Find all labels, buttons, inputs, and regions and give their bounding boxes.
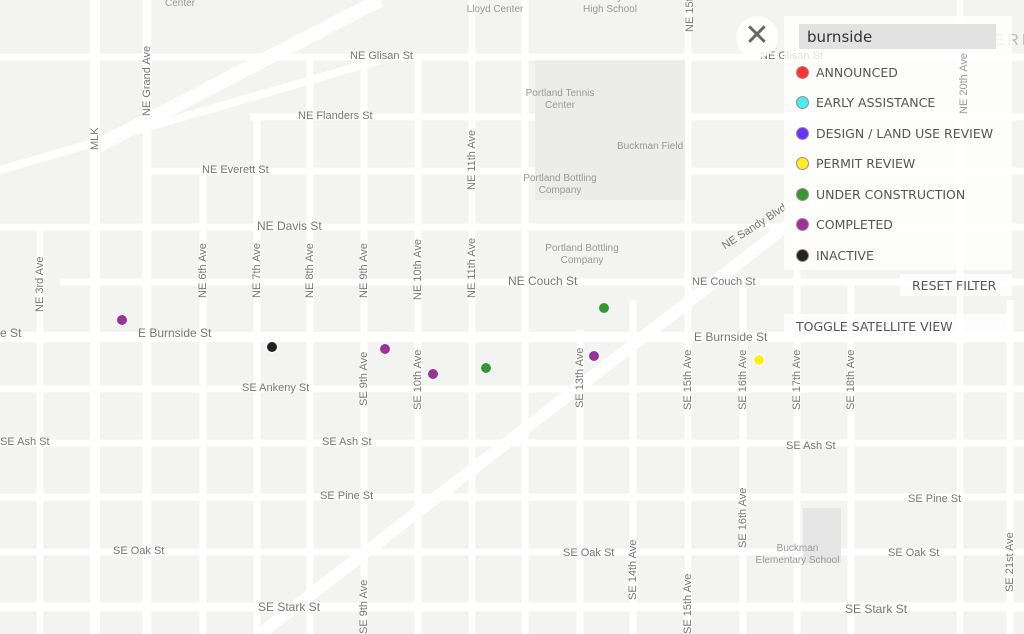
street-label: SE Pine St xyxy=(320,490,374,502)
legend-label: INACTIVE xyxy=(816,247,874,263)
legend-item-under-construction[interactable]: UNDER CONSTRUCTION xyxy=(796,184,965,204)
status-dot-icon xyxy=(796,65,809,79)
street-label: NE Glisan St xyxy=(350,50,413,62)
legend-label: PERMIT REVIEW xyxy=(816,156,916,171)
street-label: SE 16th Ave xyxy=(737,487,749,548)
street-label: SE Stark St xyxy=(258,600,321,614)
street-label: SE Ash St xyxy=(0,436,50,448)
street-label: SE 17th Ave xyxy=(791,349,803,410)
street-label: NE 3rd Ave xyxy=(34,256,46,312)
poi-label: Center xyxy=(165,0,196,9)
street-label: NE Everett St xyxy=(202,164,269,176)
legend-label: COMPLETED xyxy=(816,217,893,232)
poi-label: Portland Bottling Company xyxy=(545,243,619,266)
project-marker-completed[interactable] xyxy=(116,314,128,326)
legend-label: ANNOUNCED xyxy=(816,64,898,80)
toggle-satellite-button[interactable]: TOGGLE SATELLITE VIEW xyxy=(784,314,1012,338)
street-label: SE 18th Ave xyxy=(845,349,857,410)
street-label: NE Flanders St xyxy=(298,110,373,122)
status-dot-icon xyxy=(796,187,809,201)
street-label: E Burnside St xyxy=(694,330,768,344)
legend-label: UNDER CONSTRUCTION xyxy=(816,186,966,202)
street-label: SE Ash St xyxy=(322,436,372,448)
street-label: NE Grand Ave xyxy=(141,45,153,116)
street-label: NE Couch St xyxy=(508,274,578,288)
status-dot-icon xyxy=(796,157,809,170)
street-label: SE Stark St xyxy=(845,602,908,616)
poi-label: Cadillac of Portland Lloyd Center xyxy=(452,0,539,15)
legend-item-completed[interactable]: COMPLETED xyxy=(796,215,893,235)
street-label: SE Oak St xyxy=(888,547,940,559)
project-marker-under-construction[interactable] xyxy=(598,302,610,314)
poi-label: Portland Tennis Center xyxy=(525,88,595,111)
status-dot-icon xyxy=(796,126,809,140)
street-label: NE Davis St xyxy=(257,219,322,233)
street-label: NE 20th Ave xyxy=(958,53,970,114)
street-label: NE 7th Ave xyxy=(251,243,263,298)
legend-item-inactive[interactable]: INACTIVE xyxy=(796,245,874,265)
search-input[interactable] xyxy=(799,24,996,49)
street-label: SE Oak St xyxy=(113,545,165,557)
street-label: SE 9th Ave xyxy=(358,351,370,406)
project-marker-completed[interactable] xyxy=(588,350,600,362)
street-label: NE 15th xyxy=(684,0,696,32)
street-label: E Burnside St xyxy=(138,326,212,340)
street-label: SE Ankeny St xyxy=(242,382,310,394)
project-marker-inactive[interactable] xyxy=(266,341,278,353)
status-dot-icon xyxy=(796,96,809,109)
project-marker-completed[interactable] xyxy=(379,343,391,355)
street-label: e St xyxy=(0,326,22,340)
street-label: SE 9th Ave xyxy=(358,579,370,634)
street-label: NE 8th Ave xyxy=(304,243,316,298)
street-label: NE 6th Ave xyxy=(197,243,209,298)
street-label: NE 11th Ave xyxy=(466,129,478,190)
project-marker-completed[interactable] xyxy=(427,368,439,380)
project-marker-permit-review[interactable] xyxy=(753,354,765,366)
street-label: SE 15th Ave xyxy=(682,573,694,634)
street-label: SE 21st Ave xyxy=(1004,532,1016,592)
street-label: SE 10th Ave xyxy=(412,349,424,410)
status-dot-icon xyxy=(796,248,809,262)
street-label: NE 9th Ave xyxy=(358,243,370,298)
street-label: NE 10th Ave xyxy=(412,239,424,300)
legend-item-early-assistance[interactable]: EARLY ASSISTANCE xyxy=(796,93,935,113)
street-label: SE 14th Ave xyxy=(627,539,639,600)
legend-label: EARLY ASSISTANCE xyxy=(816,95,936,110)
legend-label: DESIGN / LAND USE REVIEW xyxy=(816,125,994,141)
legend-item-permit-review[interactable]: PERMIT REVIEW xyxy=(796,154,915,174)
street-label: MLK xyxy=(89,127,101,150)
poi-label: Buckman Elementary School xyxy=(755,543,840,566)
street-label: NE 11th Ave xyxy=(466,237,478,298)
street-label: SE Pine St xyxy=(908,493,962,505)
street-label: NE Couch St xyxy=(692,276,756,288)
street-label: SE Ash St xyxy=(786,440,836,452)
reset-filter-button[interactable]: RESET FILTER xyxy=(900,274,1012,296)
street-label: SE 13th Ave xyxy=(574,347,586,408)
street-label: SE Oak St xyxy=(563,547,615,559)
status-dot-icon xyxy=(796,218,809,231)
poi-label: Benson Polytechnic High School xyxy=(566,0,654,15)
legend-item-design-land-use-review[interactable]: DESIGN / LAND USE REVIEW xyxy=(796,123,993,143)
project-marker-under-construction[interactable] xyxy=(480,362,492,374)
legend-item-announced[interactable]: ANNOUNCED xyxy=(796,62,898,82)
close-icon[interactable]: ✕ xyxy=(736,16,778,58)
poi-label: Portland Bottling Company xyxy=(523,173,597,196)
street-label: SE 15th Ave xyxy=(682,349,694,410)
street-label: SE 16th Ave xyxy=(737,349,749,410)
poi-label: Buckman Field xyxy=(617,141,684,152)
